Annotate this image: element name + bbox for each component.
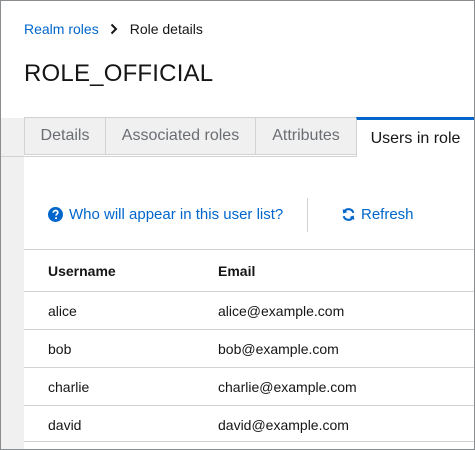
- toolbar-divider: [307, 198, 308, 232]
- question-circle-icon: [48, 207, 63, 222]
- tab-attributes[interactable]: Attributes: [255, 117, 356, 155]
- tab-users-in-role[interactable]: Users in role: [356, 117, 474, 157]
- username-cell: david: [48, 416, 82, 433]
- email-cell: bob@example.com: [218, 340, 339, 357]
- breadcrumb-current: Role details: [129, 21, 203, 37]
- tab-details[interactable]: Details: [24, 117, 105, 155]
- users-table: Username Email alice alice@example.com b…: [24, 249, 474, 443]
- page-title: ROLE_OFFICIAL: [24, 60, 214, 87]
- user-list-help-link[interactable]: Who will appear in this user list?: [48, 206, 283, 223]
- tab-bar: Details Associated roles Attributes User…: [24, 117, 474, 157]
- username-cell: bob: [48, 340, 72, 357]
- refresh-button[interactable]: Refresh: [341, 206, 414, 223]
- toolbar: Who will appear in this user list? Refre…: [48, 198, 474, 234]
- page-header: Realm roles Role details ROLE_OFFICIAL: [1, 1, 474, 118]
- table-row[interactable]: alice alice@example.com: [24, 291, 474, 329]
- table-row[interactable]: david david@example.com: [24, 405, 474, 443]
- sync-icon: [342, 208, 355, 221]
- email-cell: david@example.com: [218, 416, 349, 433]
- username-cell: charlie: [48, 378, 90, 395]
- column-header-email[interactable]: Email: [218, 263, 255, 279]
- chevron-right-icon: [110, 23, 118, 35]
- column-header-username[interactable]: Username: [48, 263, 116, 279]
- username-cell: alice: [48, 302, 77, 319]
- refresh-label: Refresh: [361, 206, 414, 223]
- breadcrumb-realm-roles-link[interactable]: Realm roles: [24, 21, 99, 37]
- user-list-help-label: Who will appear in this user list?: [69, 206, 284, 223]
- email-cell: alice@example.com: [218, 302, 345, 319]
- breadcrumb: Realm roles Role details: [24, 21, 203, 37]
- table-row[interactable]: bob bob@example.com: [24, 329, 474, 367]
- table-bottom-border: [24, 441, 474, 442]
- app-window: Realm roles Role details ROLE_OFFICIAL D…: [0, 0, 475, 450]
- table-row[interactable]: charlie charlie@example.com: [24, 367, 474, 405]
- table-header-row: Username Email: [24, 249, 474, 291]
- tab-associated-roles[interactable]: Associated roles: [105, 117, 255, 155]
- email-cell: charlie@example.com: [218, 378, 357, 395]
